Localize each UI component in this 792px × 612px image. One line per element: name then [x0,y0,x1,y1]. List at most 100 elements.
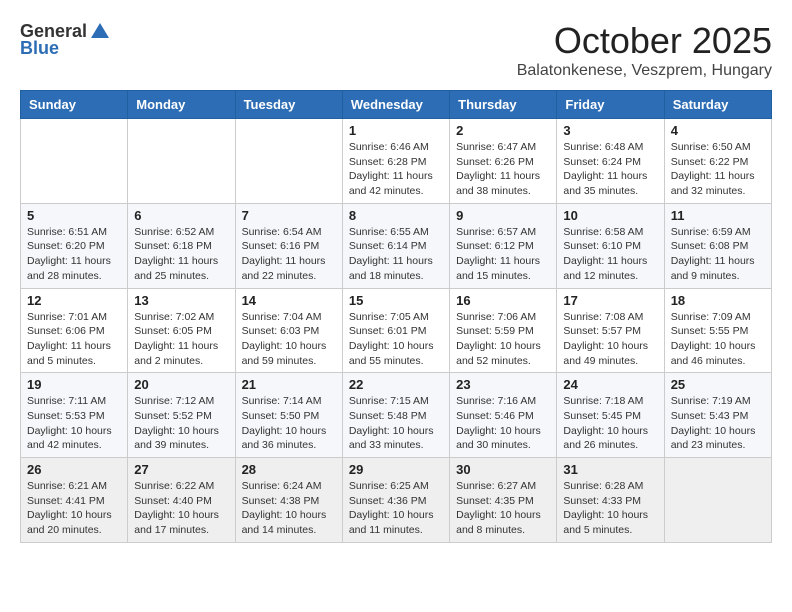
calendar-cell [128,119,235,204]
day-info: Sunrise: 7:11 AM Sunset: 5:53 PM Dayligh… [27,394,121,453]
day-number: 18 [671,293,765,308]
day-info: Sunrise: 6:52 AM Sunset: 6:18 PM Dayligh… [134,225,228,284]
week-row-4: 19 Sunrise: 7:11 AM Sunset: 5:53 PM Dayli… [21,373,772,458]
day-info: Sunrise: 6:58 AM Sunset: 6:10 PM Dayligh… [563,225,657,284]
day-info: Sunrise: 7:01 AM Sunset: 6:06 PM Dayligh… [27,310,121,369]
day-info: Sunrise: 7:02 AM Sunset: 6:05 PM Dayligh… [134,310,228,369]
calendar-cell: 28 Sunrise: 6:24 AM Sunset: 4:38 PM Dayli… [235,458,342,543]
day-info: Sunrise: 6:57 AM Sunset: 6:12 PM Dayligh… [456,225,550,284]
day-info: Sunrise: 7:16 AM Sunset: 5:46 PM Dayligh… [456,394,550,453]
day-info: Sunrise: 6:59 AM Sunset: 6:08 PM Dayligh… [671,225,765,284]
calendar-cell: 8 Sunrise: 6:55 AM Sunset: 6:14 PM Daylig… [342,203,449,288]
day-number: 24 [563,377,657,392]
day-info: Sunrise: 6:27 AM Sunset: 4:35 PM Dayligh… [456,479,550,538]
day-number: 13 [134,293,228,308]
day-number: 16 [456,293,550,308]
calendar-cell: 24 Sunrise: 7:18 AM Sunset: 5:45 PM Dayli… [557,373,664,458]
day-info: Sunrise: 7:12 AM Sunset: 5:52 PM Dayligh… [134,394,228,453]
day-info: Sunrise: 7:14 AM Sunset: 5:50 PM Dayligh… [242,394,336,453]
calendar-cell: 27 Sunrise: 6:22 AM Sunset: 4:40 PM Dayli… [128,458,235,543]
day-info: Sunrise: 7:09 AM Sunset: 5:55 PM Dayligh… [671,310,765,369]
day-info: Sunrise: 7:15 AM Sunset: 5:48 PM Dayligh… [349,394,443,453]
calendar-cell: 10 Sunrise: 6:58 AM Sunset: 6:10 PM Dayli… [557,203,664,288]
calendar-cell: 23Sunrise: 7:16 AM Sunset: 5:46 PM Dayli… [450,373,557,458]
day-number: 20 [134,377,228,392]
calendar-cell: 16Sunrise: 7:06 AM Sunset: 5:59 PM Dayli… [450,288,557,373]
calendar-cell: 13 Sunrise: 7:02 AM Sunset: 6:05 PM Dayli… [128,288,235,373]
week-row-5: 26 Sunrise: 6:21 AM Sunset: 4:41 PM Dayli… [21,458,772,543]
weekday-header-thursday: Thursday [450,91,557,119]
day-number: 21 [242,377,336,392]
logo: General Blue [20,20,111,59]
day-info: Sunrise: 6:25 AM Sunset: 4:36 PM Dayligh… [349,479,443,538]
calendar-cell [664,458,771,543]
day-number: 29 [349,462,443,477]
month-title: October 2025 [517,20,772,62]
day-info: Sunrise: 6:47 AM Sunset: 6:26 PM Dayligh… [456,140,550,199]
page-header: General Blue October 2025 Balatonkenese,… [20,20,772,80]
logo-blue-text: Blue [20,38,59,59]
day-info: Sunrise: 7:08 AM Sunset: 5:57 PM Dayligh… [563,310,657,369]
calendar-cell: 6 Sunrise: 6:52 AM Sunset: 6:18 PM Daylig… [128,203,235,288]
week-row-2: 5 Sunrise: 6:51 AM Sunset: 6:20 PM Daylig… [21,203,772,288]
day-number: 19 [27,377,121,392]
weekday-header-wednesday: Wednesday [342,91,449,119]
day-number: 6 [134,208,228,223]
calendar-cell: 19 Sunrise: 7:11 AM Sunset: 5:53 PM Dayli… [21,373,128,458]
day-info: Sunrise: 6:55 AM Sunset: 6:14 PM Dayligh… [349,225,443,284]
weekday-header-tuesday: Tuesday [235,91,342,119]
weekday-header-sunday: Sunday [21,91,128,119]
day-number: 31 [563,462,657,477]
day-info: Sunrise: 7:19 AM Sunset: 5:43 PM Dayligh… [671,394,765,453]
day-number: 22 [349,377,443,392]
calendar-cell: 18 Sunrise: 7:09 AM Sunset: 5:55 PM Dayli… [664,288,771,373]
day-number: 10 [563,208,657,223]
day-info: Sunrise: 6:46 AM Sunset: 6:28 PM Dayligh… [349,140,443,199]
week-row-1: 1 Sunrise: 6:46 AM Sunset: 6:28 PM Daylig… [21,119,772,204]
day-number: 4 [671,123,765,138]
calendar-cell: 26 Sunrise: 6:21 AM Sunset: 4:41 PM Dayli… [21,458,128,543]
calendar-cell: 11Sunrise: 6:59 AM Sunset: 6:08 PM Dayli… [664,203,771,288]
calendar-cell: 9 Sunrise: 6:57 AM Sunset: 6:12 PM Daylig… [450,203,557,288]
calendar-cell: 2 Sunrise: 6:47 AM Sunset: 6:26 PM Daylig… [450,119,557,204]
day-info: Sunrise: 6:50 AM Sunset: 6:22 PM Dayligh… [671,140,765,199]
calendar-cell: 29 Sunrise: 6:25 AM Sunset: 4:36 PM Dayli… [342,458,449,543]
day-number: 1 [349,123,443,138]
day-info: Sunrise: 6:51 AM Sunset: 6:20 PM Dayligh… [27,225,121,284]
day-number: 12 [27,293,121,308]
calendar-cell: 30 Sunrise: 6:27 AM Sunset: 4:35 PM Dayli… [450,458,557,543]
day-number: 26 [27,462,121,477]
calendar-cell: 17Sunrise: 7:08 AM Sunset: 5:57 PM Dayli… [557,288,664,373]
subtitle: Balatonkenese, Veszprem, Hungary [517,62,772,80]
calendar-table: SundayMondayTuesdayWednesdayThursdayFrid… [20,90,772,543]
calendar-cell: 7Sunrise: 6:54 AM Sunset: 6:16 PM Daylig… [235,203,342,288]
calendar-cell: 14Sunrise: 7:04 AM Sunset: 6:03 PM Dayli… [235,288,342,373]
weekday-header-row: SundayMondayTuesdayWednesdayThursdayFrid… [21,91,772,119]
day-number: 5 [27,208,121,223]
day-number: 25 [671,377,765,392]
calendar-cell [21,119,128,204]
day-info: Sunrise: 6:21 AM Sunset: 4:41 PM Dayligh… [27,479,121,538]
day-info: Sunrise: 7:18 AM Sunset: 5:45 PM Dayligh… [563,394,657,453]
weekday-header-monday: Monday [128,91,235,119]
day-number: 15 [349,293,443,308]
day-number: 8 [349,208,443,223]
day-number: 2 [456,123,550,138]
day-number: 9 [456,208,550,223]
calendar-cell: 4 Sunrise: 6:50 AM Sunset: 6:22 PM Daylig… [664,119,771,204]
day-info: Sunrise: 7:05 AM Sunset: 6:01 PM Dayligh… [349,310,443,369]
day-number: 30 [456,462,550,477]
weekday-header-saturday: Saturday [664,91,771,119]
day-info: Sunrise: 6:24 AM Sunset: 4:38 PM Dayligh… [242,479,336,538]
calendar-cell: 12 Sunrise: 7:01 AM Sunset: 6:06 PM Dayli… [21,288,128,373]
day-number: 28 [242,462,336,477]
day-info: Sunrise: 6:28 AM Sunset: 4:33 PM Dayligh… [563,479,657,538]
day-number: 27 [134,462,228,477]
day-info: Sunrise: 7:04 AM Sunset: 6:03 PM Dayligh… [242,310,336,369]
calendar-cell: 1 Sunrise: 6:46 AM Sunset: 6:28 PM Daylig… [342,119,449,204]
day-number: 3 [563,123,657,138]
day-info: Sunrise: 6:22 AM Sunset: 4:40 PM Dayligh… [134,479,228,538]
weekday-header-friday: Friday [557,91,664,119]
calendar-cell: 15 Sunrise: 7:05 AM Sunset: 6:01 PM Dayli… [342,288,449,373]
calendar-cell: 21 Sunrise: 7:14 AM Sunset: 5:50 PM Dayli… [235,373,342,458]
